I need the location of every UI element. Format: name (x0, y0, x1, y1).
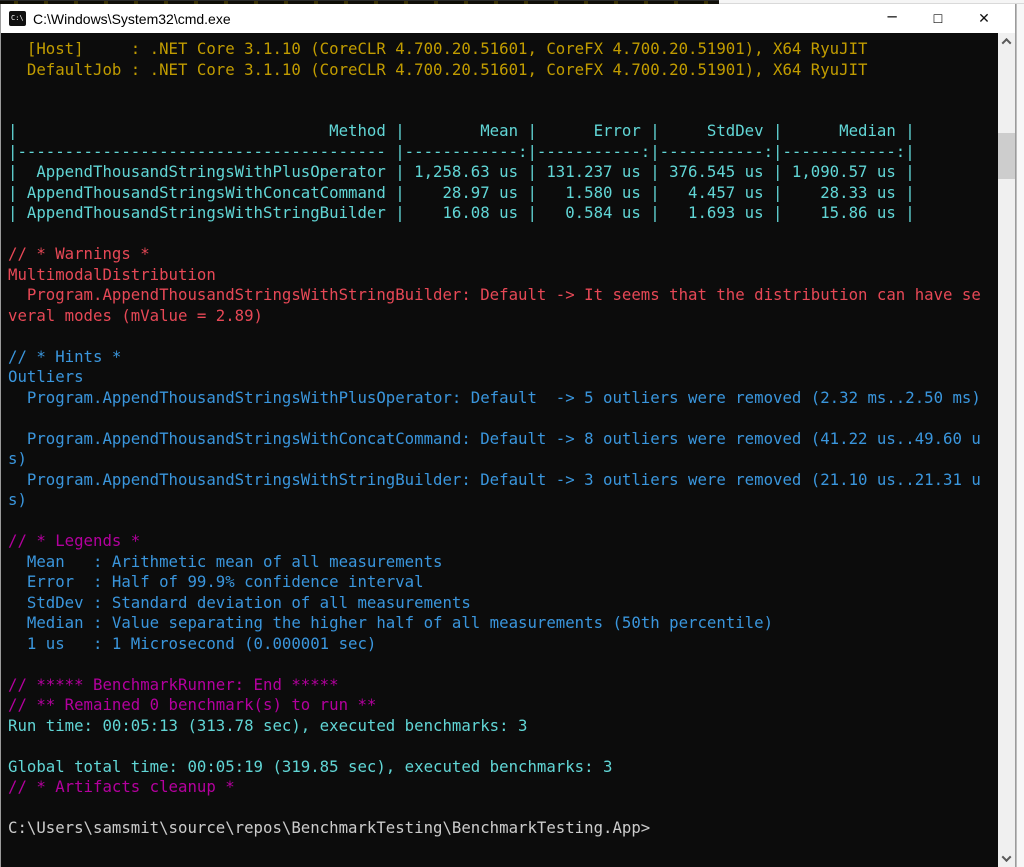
close-icon: ✕ (978, 10, 990, 27)
terminal-line: Error : Half of 99.9% confidence interva… (8, 572, 424, 591)
terminal-line: | AppendThousandStringsWithStringBuilder… (8, 203, 915, 222)
terminal-line: Mean : Arithmetic mean of all measuremen… (8, 551, 443, 571)
screen: C:\ C:\Windows\System32\cmd.exe ─ ☐ ✕ [H… (0, 0, 1024, 867)
maximize-icon: ☐ (932, 11, 944, 26)
terminal-line: Median : Value separating the higher hal… (8, 613, 774, 632)
window-title: C:\Windows\System32\cmd.exe (33, 10, 231, 27)
terminal-line: |---------------------------------------… (8, 141, 915, 161)
console-area[interactable]: [Host] : .NET Core 3.1.10 (CoreCLR 4.700… (1, 33, 1015, 867)
terminal-line: [Host] : .NET Core 3.1.10 (CoreCLR 4.700… (8, 39, 868, 58)
terminal-line: Outliers (8, 367, 84, 386)
terminal-line: 1 us : 1 Microsecond (0.000001 sec) (8, 633, 377, 653)
terminal-line: | AppendThousandStringsWithConcatCommand… (8, 182, 915, 202)
terminal-line: MultimodalDistribution (8, 264, 216, 284)
desktop-gap (1016, 4, 1024, 867)
scroll-down-button[interactable] (998, 850, 1015, 867)
terminal-line: Program.AppendThousandStringsWithStringB… (8, 469, 981, 489)
terminal-line: C:\Users\samsmit\source\repos\BenchmarkT… (8, 818, 651, 837)
terminal-line: s) (8, 490, 27, 509)
terminal-line: Program.AppendThousandStringsWithConcatC… (8, 428, 981, 448)
scrollbar-thumb[interactable] (998, 133, 1015, 179)
terminal-line: | Method | Mean | Error | StdDev | Media… (8, 121, 915, 140)
cmd-window: C:\ C:\Windows\System32\cmd.exe ─ ☐ ✕ [H… (0, 4, 1016, 867)
chevron-up-icon (1001, 37, 1012, 48)
terminal-output: [Host] : .NET Core 3.1.10 (CoreCLR 4.700… (1, 33, 1015, 839)
terminal-line: // * Hints * (8, 346, 122, 366)
caption-buttons: ─ ☐ ✕ (869, 4, 1007, 33)
maximize-button[interactable]: ☐ (915, 4, 961, 33)
terminal-line: DefaultJob : .NET Core 3.1.10 (CoreCLR 4… (8, 59, 868, 79)
scrollbar[interactable] (998, 33, 1015, 867)
terminal-line: s) (8, 449, 27, 468)
minimize-icon: ─ (887, 7, 897, 26)
terminal-line: // * Artifacts cleanup * (8, 777, 235, 796)
terminal-line: // ***** BenchmarkRunner: End ***** (8, 674, 339, 694)
terminal-line: Program.AppendThousandStringsWithPlusOpe… (8, 387, 981, 407)
close-button[interactable]: ✕ (961, 4, 1007, 33)
terminal-line: Global total time: 00:05:19 (319.85 sec)… (8, 756, 613, 776)
terminal-line: // * Warnings * (8, 244, 150, 263)
title-bar: C:\ C:\Windows\System32\cmd.exe ─ ☐ ✕ (1, 4, 1015, 33)
scroll-up-button[interactable] (998, 33, 1015, 50)
terminal-line: // * Legends * (8, 531, 141, 550)
terminal-line: veral modes (mValue = 2.89) (8, 305, 264, 325)
terminal-line: Program.AppendThousandStringsWithStringB… (8, 285, 981, 304)
terminal-line: // ** Remained 0 benchmark(s) to run ** (8, 695, 377, 714)
chevron-down-icon (1001, 852, 1012, 863)
terminal-line: StdDev : Standard deviation of all measu… (8, 592, 471, 612)
minimize-button[interactable]: ─ (869, 4, 915, 33)
scrollbar-track[interactable] (998, 50, 1015, 850)
terminal-line: Run time: 00:05:13 (313.78 sec), execute… (8, 715, 528, 735)
cmd-prompt-icon: C:\ (9, 11, 26, 26)
terminal-line: | AppendThousandStringsWithPlusOperator … (8, 162, 915, 181)
